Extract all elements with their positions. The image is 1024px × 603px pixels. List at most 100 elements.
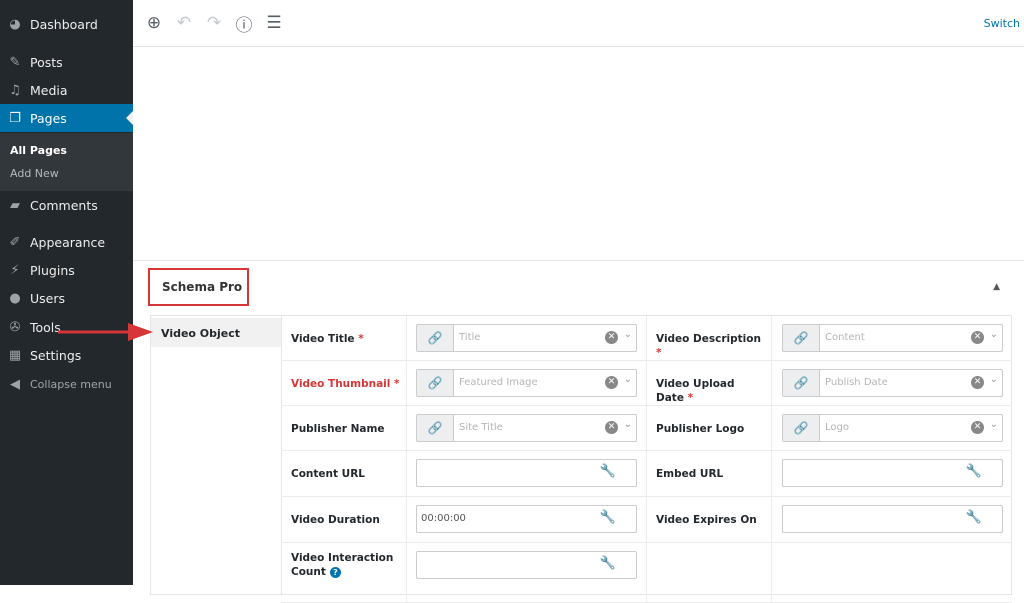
clear-icon[interactable]: ✕ bbox=[971, 331, 984, 344]
red-arrow-annotation bbox=[58, 322, 153, 342]
info-icon[interactable]: ⓘ bbox=[229, 11, 259, 36]
clear-icon[interactable]: ✕ bbox=[971, 421, 984, 434]
cell-divider bbox=[771, 497, 772, 542]
collapse-label: Collapse menu bbox=[30, 378, 112, 391]
schema-pro-title[interactable]: Schema Pro bbox=[148, 268, 249, 306]
video-description-field[interactable]: 🔗 Content ✕ ⌄ bbox=[782, 324, 1003, 352]
sidebar-item-media[interactable]: ♫Media bbox=[0, 76, 133, 104]
submenu-add-new[interactable]: Add New bbox=[10, 167, 59, 180]
sidebar-item-label: Dashboard bbox=[30, 17, 98, 32]
clear-icon[interactable]: ✕ bbox=[605, 331, 618, 344]
cell-divider bbox=[406, 543, 407, 602]
video-expires-on-field[interactable]: 🔧 bbox=[782, 505, 1003, 533]
sidebar-item-users[interactable]: ●Users bbox=[0, 284, 133, 312]
wrench-icon[interactable]: 🔧 bbox=[600, 464, 616, 479]
user-icon: ● bbox=[0, 291, 30, 306]
field-label: Publisher Logo bbox=[656, 422, 766, 436]
cell-divider bbox=[771, 361, 772, 405]
sidebar-item-label: Comments bbox=[30, 198, 98, 213]
collapse-icon: ◀ bbox=[0, 377, 30, 392]
field-label-text: Video Title bbox=[291, 333, 355, 345]
tab-video-object[interactable]: Video Object bbox=[151, 318, 281, 347]
cell-divider bbox=[406, 406, 407, 450]
content-url-field[interactable]: 🔧 bbox=[416, 459, 637, 487]
link-icon[interactable]: 🔗 bbox=[417, 415, 454, 441]
clear-icon[interactable]: ✕ bbox=[971, 376, 984, 389]
clear-icon[interactable]: ✕ bbox=[605, 376, 618, 389]
add-block-icon[interactable]: ⊕ bbox=[139, 13, 169, 33]
undo-icon[interactable]: ↶ bbox=[169, 13, 199, 33]
wrench-icon[interactable]: 🔧 bbox=[600, 510, 616, 525]
comment-icon: ▰ bbox=[0, 198, 30, 213]
sidebar-item-label: Appearance bbox=[30, 235, 105, 250]
cell-divider bbox=[406, 361, 407, 405]
cell-divider bbox=[646, 497, 647, 542]
publisher-logo-field[interactable]: 🔗 Logo ✕ ⌄ bbox=[782, 414, 1003, 442]
chevron-down-icon[interactable]: ⌄ bbox=[990, 329, 998, 340]
help-icon[interactable]: ? bbox=[330, 567, 341, 578]
field-label: Content URL bbox=[291, 467, 401, 481]
sidebar-item-comments[interactable]: ▰Comments bbox=[0, 191, 133, 219]
required-asterisk: * bbox=[684, 392, 693, 404]
sidebar-item-label: Media bbox=[30, 83, 68, 98]
sidebar-item-posts[interactable]: ✎Posts bbox=[0, 48, 133, 76]
embed-url-field[interactable]: 🔧 bbox=[782, 459, 1003, 487]
cell-divider bbox=[406, 451, 407, 496]
schema-panel: Video Object Video Title *🔗Title✕⌄Video … bbox=[150, 315, 1012, 595]
divider bbox=[133, 260, 1024, 261]
field-placeholder: Featured Image bbox=[459, 377, 538, 388]
sidebar-item-settings[interactable]: ▦Settings bbox=[0, 341, 133, 369]
chevron-down-icon[interactable]: ⌄ bbox=[990, 419, 998, 430]
form-row: Video Title *🔗Title✕⌄Video Description *… bbox=[281, 316, 1012, 361]
chevron-down-icon[interactable]: ⌄ bbox=[624, 329, 632, 340]
chevron-down-icon[interactable]: ⌄ bbox=[990, 374, 998, 385]
sidebar-item-appearance[interactable]: ✐Appearance bbox=[0, 228, 133, 256]
link-icon[interactable]: 🔗 bbox=[783, 325, 820, 351]
field-label: Video Expires On bbox=[656, 513, 766, 527]
settings-icon: ▦ bbox=[0, 348, 30, 363]
sidebar-item-dashboard[interactable]: ◕Dashboard bbox=[0, 10, 133, 38]
field-label: Video Title * bbox=[291, 332, 401, 346]
video-title-field[interactable]: 🔗Title✕⌄ bbox=[416, 324, 637, 352]
redo-icon[interactable]: ↷ bbox=[199, 13, 229, 33]
form-row: Content URL🔧Embed URL🔧 bbox=[281, 451, 1012, 497]
field-label-text: Video Thumbnail bbox=[291, 378, 390, 390]
sidebar-item-label: Pages bbox=[30, 111, 67, 126]
wrench-icon[interactable]: 🔧 bbox=[966, 464, 982, 479]
collapse-toggle-icon[interactable]: ▲ bbox=[993, 282, 1000, 292]
field-label: Video Thumbnail * bbox=[291, 377, 401, 391]
publisher-name-field[interactable]: 🔗 Site Title ✕ ⌄ bbox=[416, 414, 637, 442]
video-interaction-count-field[interactable]: 🔧 bbox=[416, 551, 637, 579]
cell-divider bbox=[771, 316, 772, 360]
chevron-down-icon[interactable]: ⌄ bbox=[624, 419, 632, 430]
clear-icon[interactable]: ✕ bbox=[605, 421, 618, 434]
cell-divider bbox=[771, 451, 772, 496]
form-row: Video Duration00:00:00🔧Video Expires On🔧 bbox=[281, 497, 1012, 543]
editor-toolbar: ⊕ ↶ ↷ ⓘ ☰ Switch bbox=[133, 0, 1024, 47]
video-upload-date-field[interactable]: 🔗Publish Date✕⌄ bbox=[782, 369, 1003, 397]
wrench-icon[interactable]: 🔧 bbox=[600, 556, 616, 571]
sidebar-item-plugins[interactable]: ⚡Plugins bbox=[0, 256, 133, 284]
outline-icon[interactable]: ☰ bbox=[259, 13, 289, 33]
link-icon[interactable]: 🔗 bbox=[783, 415, 820, 441]
plugin-icon: ⚡ bbox=[0, 263, 30, 278]
field-placeholder: Logo bbox=[825, 422, 849, 433]
cell-divider bbox=[646, 451, 647, 496]
sidebar-item-pages[interactable]: ❐Pages bbox=[0, 104, 133, 132]
link-icon[interactable]: 🔗 bbox=[783, 370, 820, 396]
link-icon[interactable]: 🔗 bbox=[417, 370, 454, 396]
video-duration-field[interactable]: 00:00:00🔧 bbox=[416, 505, 637, 533]
field-placeholder: Content bbox=[825, 332, 865, 343]
dashboard-icon: ◕ bbox=[0, 17, 30, 32]
cell-divider bbox=[406, 316, 407, 360]
wrench-icon[interactable]: 🔧 bbox=[966, 510, 982, 525]
switch-button[interactable]: Switch bbox=[984, 17, 1020, 30]
submenu-all-pages[interactable]: All Pages bbox=[10, 144, 67, 157]
link-icon[interactable]: 🔗 bbox=[417, 325, 454, 351]
chevron-down-icon[interactable]: ⌄ bbox=[624, 374, 632, 385]
required-asterisk: * bbox=[355, 333, 364, 345]
collapse-menu-button[interactable]: ◀Collapse menu bbox=[0, 370, 133, 398]
video-thumbnail-field[interactable]: 🔗 Featured Image ✕ ⌄ bbox=[416, 369, 637, 397]
admin-sidebar: ◕Dashboard ✎Posts♫Media❐Pages ▰Comments ✐Ap… bbox=[0, 0, 133, 585]
field-placeholder: Site Title bbox=[459, 422, 503, 433]
